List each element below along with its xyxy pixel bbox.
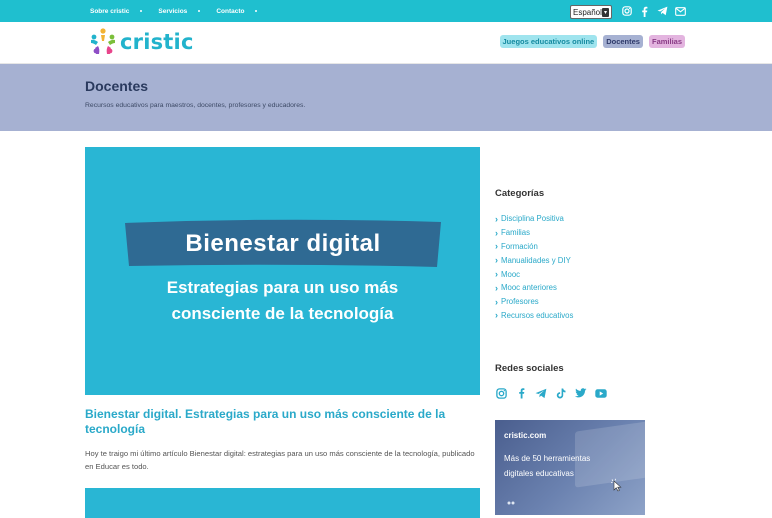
promo-line-2: digitales educativas (504, 469, 574, 478)
chevron-right-icon: › (495, 296, 498, 307)
chevron-down-icon: ▾ (602, 7, 609, 17)
category-label: Disciplina Positiva (501, 214, 564, 224)
telegram-icon[interactable] (657, 5, 668, 17)
chevron-down-icon (140, 10, 143, 12)
post-title-link[interactable]: Bienestar digital. Estrategias para un u… (85, 407, 480, 437)
promo-banner[interactable]: cristic.com Más de 50 herramientas digit… (495, 420, 645, 515)
category-item[interactable]: › Disciplina Positiva (495, 212, 573, 226)
chevron-right-icon: › (495, 241, 498, 252)
promo-logo-icon (507, 501, 515, 505)
site-header: cristic Juegos educativos online Docente… (0, 22, 772, 64)
logo-mark-icon (91, 28, 115, 54)
category-item[interactable]: › Formación (495, 240, 573, 254)
category-item[interactable]: › Familias (495, 226, 573, 240)
promo-brand: cristic.com (504, 431, 547, 440)
image-subtitle-line-1: Estrategias para un uso más (166, 278, 399, 297)
nav-familias[interactable]: Familias (648, 35, 685, 48)
category-label: Mooc (501, 269, 521, 279)
category-item[interactable]: › Recursos educativos (495, 309, 573, 323)
youtube-icon[interactable] (595, 387, 607, 399)
instagram-icon[interactable] (621, 5, 632, 17)
top-nav: Sobre cristic Servicios Contacto (90, 0, 273, 22)
image-subtitle-line-2: consciente de la tecnología (171, 304, 394, 323)
language-value: Español (573, 7, 602, 17)
chevron-right-icon: › (495, 227, 498, 238)
image-banner-text: Bienestar digital (185, 230, 381, 257)
page-subtitle: Recursos educativos para maestros, docen… (85, 102, 306, 109)
category-item[interactable]: › Mooc anteriores (495, 281, 573, 295)
category-label: Manualidades y DIY (501, 255, 571, 265)
category-item[interactable]: › Manualidades y DIY (495, 253, 573, 267)
top-nav-sobre[interactable]: Sobre cristic (90, 7, 143, 15)
mail-icon[interactable] (675, 5, 686, 17)
chevron-right-icon: › (495, 310, 498, 321)
category-label: Recursos educativos (501, 310, 574, 320)
top-bar: Sobre cristic Servicios Contacto Español… (0, 0, 772, 22)
category-item[interactable]: › Profesores (495, 295, 573, 309)
promo-footer-mark (507, 500, 515, 507)
tiktok-icon[interactable] (555, 387, 567, 399)
category-label: Formación (501, 241, 538, 251)
cursor-click-icon (610, 478, 622, 492)
sidebar-social-icons (495, 387, 615, 399)
promo-line-1: Más de 50 herramientas (504, 454, 591, 463)
chevron-right-icon: › (495, 282, 498, 293)
facebook-icon[interactable] (639, 5, 650, 17)
top-social-icons (621, 5, 693, 17)
category-item[interactable]: › Mooc (495, 267, 573, 281)
categories-heading: Categorías (495, 188, 545, 199)
chevron-down-icon (198, 10, 201, 12)
top-nav-label: Servicios (158, 7, 188, 15)
logo-text: cristic (120, 30, 194, 54)
nav-docentes[interactable]: Docentes (603, 35, 643, 48)
post-featured-image[interactable]: Bienestar digital Estrategias para un us… (85, 147, 480, 395)
instagram-icon[interactable] (495, 387, 507, 399)
page-hero: Docentes Recursos educativos para maestr… (0, 64, 772, 131)
chevron-right-icon: › (495, 213, 498, 224)
chevron-down-icon (255, 10, 258, 12)
top-nav-label: Sobre cristic (90, 7, 130, 15)
language-select[interactable]: Español ▾ (570, 5, 612, 19)
page-title: Docentes (85, 78, 149, 94)
top-nav-servicios[interactable]: Servicios (158, 7, 201, 15)
post-excerpt: Hoy te traigo mi último artículo Bienest… (85, 449, 475, 471)
top-nav-label: Contacto (216, 7, 245, 15)
nav-juegos-educativos[interactable]: Juegos educativos online (499, 35, 598, 48)
category-label: Profesores (501, 297, 539, 307)
telegram-icon[interactable] (535, 387, 547, 399)
chevron-right-icon: › (495, 269, 498, 280)
site-logo[interactable]: cristic (89, 27, 194, 57)
next-post-image[interactable] (85, 488, 480, 518)
twitter-icon[interactable] (575, 387, 587, 399)
main-nav: Juegos educativos online Docentes Famili… (494, 35, 685, 48)
category-label: Familias (501, 228, 531, 238)
facebook-icon[interactable] (515, 387, 527, 399)
top-nav-contacto[interactable]: Contacto (216, 7, 258, 15)
categories-list: › Disciplina Positiva › Familias › Formació… (495, 212, 573, 322)
chevron-right-icon: › (495, 255, 498, 266)
social-heading: Redes sociales (495, 363, 564, 374)
category-label: Mooc anteriores (501, 283, 557, 293)
